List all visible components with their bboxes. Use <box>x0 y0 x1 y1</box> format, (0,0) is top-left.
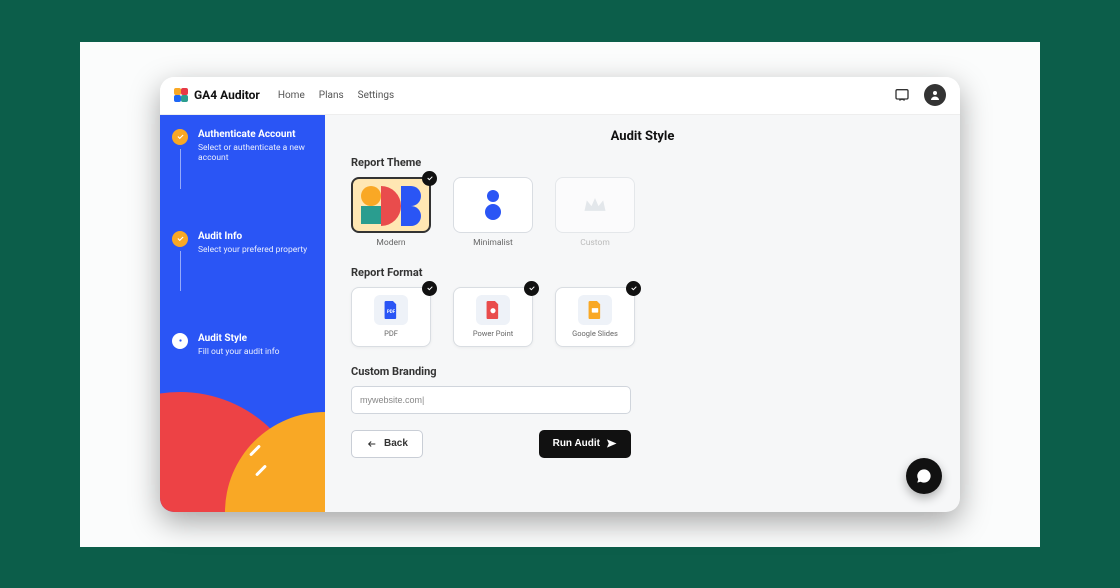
step-sub: Select or authenticate a new account <box>198 143 313 163</box>
main-panel: Audit Style Report Theme Modern <box>325 115 960 512</box>
theme-art-minimalist-icon <box>485 190 501 220</box>
theme-label: Custom <box>555 238 635 248</box>
run-audit-button[interactable]: Run Audit <box>539 430 631 458</box>
theme-label: Minimalist <box>453 238 533 248</box>
brand: GA4 Auditor <box>174 88 260 102</box>
selected-check-icon <box>524 281 539 296</box>
arrow-left-icon <box>366 439 378 449</box>
selected-check-icon <box>626 281 641 296</box>
svg-text:PDF: PDF <box>387 309 396 315</box>
brand-name: GA4 Auditor <box>194 88 260 102</box>
theme-art-modern-icon <box>361 186 421 224</box>
nav-home[interactable]: Home <box>278 90 305 101</box>
back-button[interactable]: Back <box>351 430 423 458</box>
pdf-file-icon: PDF <box>374 295 408 325</box>
nav: Home Plans Settings <box>278 90 394 101</box>
format-google-slides[interactable]: Google Slides <box>555 287 635 347</box>
step-done-icon <box>172 129 188 145</box>
step-title: Audit Style <box>198 333 280 345</box>
format-powerpoint[interactable]: Power Point <box>453 287 533 347</box>
run-audit-label: Run Audit <box>553 438 600 449</box>
topbar: GA4 Auditor Home Plans Settings <box>160 77 960 115</box>
step-audit-info[interactable]: Audit Info Select your prefered property <box>172 231 313 291</box>
sidebar: Authenticate Account Select or authentic… <box>160 115 325 512</box>
format-pdf[interactable]: PDF PDF <box>351 287 431 347</box>
nav-settings[interactable]: Settings <box>358 90 395 101</box>
theme-modern[interactable]: Modern <box>351 177 431 248</box>
step-title: Audit Info <box>198 231 307 243</box>
custom-branding-label: Custom Branding <box>351 365 934 378</box>
step-done-icon <box>172 231 188 247</box>
step-current-icon <box>172 333 188 349</box>
step-audit-style[interactable]: Audit Style Fill out your audit info <box>172 333 313 357</box>
step-sub: Fill out your audit info <box>198 347 280 357</box>
step-authenticate[interactable]: Authenticate Account Select or authentic… <box>172 129 313 189</box>
theme-custom[interactable]: Custom <box>555 177 635 248</box>
selected-check-icon <box>422 281 437 296</box>
selected-check-icon <box>422 171 437 186</box>
chat-icon <box>916 468 932 484</box>
google-slides-file-icon <box>578 295 612 325</box>
page-title: Audit Style <box>351 129 934 144</box>
report-format-label: Report Format <box>351 266 934 279</box>
chat-fab[interactable] <box>906 458 942 494</box>
powerpoint-file-icon <box>476 295 510 325</box>
brand-logo-icon <box>174 88 188 102</box>
branding-url-input[interactable] <box>351 386 631 414</box>
step-sub: Select your prefered property <box>198 245 307 255</box>
step-title: Authenticate Account <box>198 129 313 141</box>
report-theme-label: Report Theme <box>351 156 934 169</box>
app-window: GA4 Auditor Home Plans Settings <box>160 77 960 512</box>
format-label: Google Slides <box>572 329 618 338</box>
send-icon <box>606 438 617 449</box>
crown-icon <box>581 191 609 219</box>
nav-plans[interactable]: Plans <box>319 90 344 101</box>
avatar[interactable] <box>924 84 946 106</box>
back-button-label: Back <box>384 438 408 449</box>
theme-label: Modern <box>351 238 431 248</box>
theme-minimalist[interactable]: Minimalist <box>453 177 533 248</box>
notifications-icon[interactable] <box>892 85 912 105</box>
format-label: PDF <box>384 329 398 338</box>
format-label: Power Point <box>473 329 513 338</box>
